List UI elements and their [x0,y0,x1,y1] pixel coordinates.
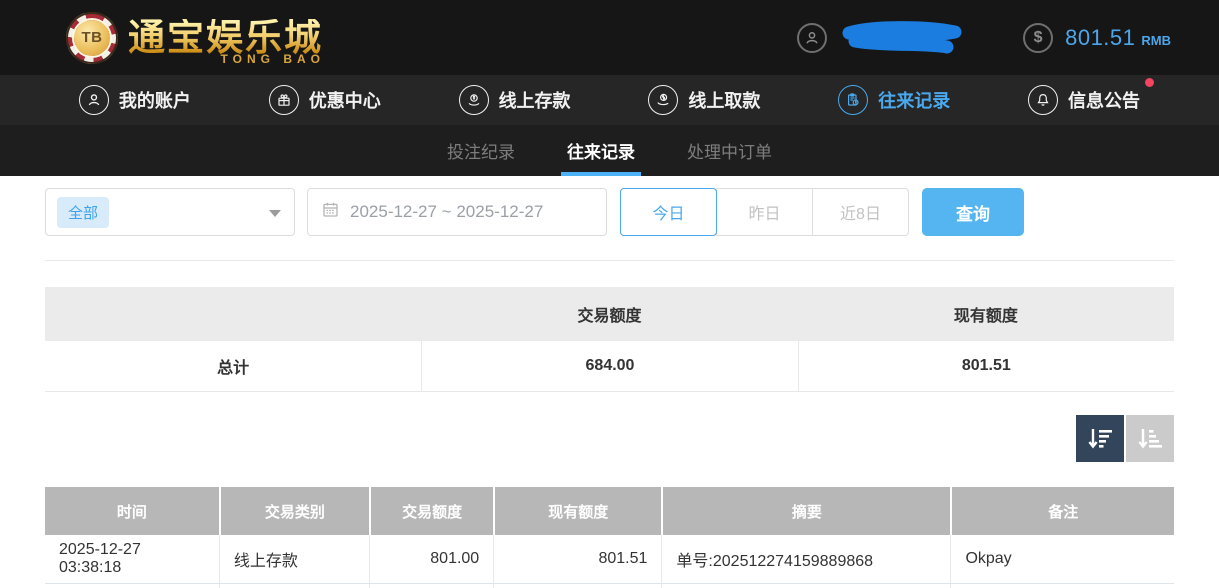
col-summary: 摘要 [661,487,950,535]
cell-balance: 801.51 [493,535,661,583]
bell-icon [1028,85,1058,115]
summary-total-row: 总计 684.00 801.51 [45,341,1174,392]
tab-bet-records[interactable]: 投注纪录 [445,125,517,176]
brand-name-en: TONG BAO [221,52,325,66]
balance-display: $ 801.51 RMB [1023,23,1171,53]
table-row-partial [45,584,1174,588]
tab-transaction-records[interactable]: 往来记录 [565,125,637,176]
dollar-coin-icon: $ [1023,23,1053,53]
nav-item-withdraw[interactable]: 线上取款 [648,85,760,115]
deposit-icon [459,85,489,115]
cell-note: Okpay [950,535,1174,583]
nav-item-deposit[interactable]: 线上存款 [459,85,571,115]
cell-amount: 801.00 [369,535,493,583]
withdraw-icon [648,85,678,115]
cell-summary: 单号:202512274159889868 [661,535,950,583]
nav-item-promotions[interactable]: 优惠中心 [269,85,381,115]
nav-item-announcements[interactable]: 信息公告 [1028,85,1140,115]
filter-bar: 全部 2025-12-27 ~ 2025-12-27 今日 昨日 近8日 查询 [45,188,1174,236]
col-time: 时间 [45,487,219,535]
records-table: 时间 交易类别 交易额度 现有额度 摘要 备注 2025-12-27 03:38… [45,487,1174,588]
poker-chip-icon: TB [66,12,118,64]
records-subnav: 投注纪录 往来记录 处理中订单 [0,125,1219,176]
date-range-input[interactable]: 2025-12-27 ~ 2025-12-27 [307,188,607,236]
user-icon [797,23,827,53]
brand-text: 通宝娱乐城 TONG BAO [128,19,329,56]
section-divider [45,260,1174,261]
summary-header-row: 交易额度 现有额度 [45,287,1174,341]
summary-current-amount: 801.51 [798,341,1174,391]
summary-transaction-amount: 684.00 [421,341,797,391]
last-8-days-button[interactable]: 近8日 [812,188,909,236]
search-button[interactable]: 查询 [922,188,1024,236]
transaction-type-select[interactable]: 全部 [45,188,295,236]
summary-header-empty [45,287,421,341]
nav-item-transaction-records[interactable]: 往来记录 [838,85,950,115]
sort-ascending-button[interactable] [1126,415,1174,462]
col-balance: 现有额度 [493,487,661,535]
col-note: 备注 [950,487,1174,535]
top-header: TB 通宝娱乐城 TONG BAO $ [0,0,1219,75]
summary-header-current: 现有额度 [798,287,1174,341]
selected-type-tag: 全部 [57,197,109,228]
user-icon [79,85,109,115]
cell-time: 2025-12-27 03:38:18 [45,535,219,583]
calendar-icon [322,201,339,223]
quick-date-buttons: 今日 昨日 近8日 [620,188,909,236]
summary-total-label: 总计 [45,341,421,391]
user-account-summary[interactable] [797,20,965,56]
main-content: 全部 2025-12-27 ~ 2025-12-27 今日 昨日 近8日 查询 [0,176,1219,588]
balance-currency: RMB [1141,33,1171,48]
main-navigation: 我的账户 优惠中心 线上存款 [0,75,1219,125]
summary-table: 交易额度 现有额度 总计 684.00 801.51 [45,287,1174,392]
notification-dot [1145,78,1154,87]
date-range-value: 2025-12-27 ~ 2025-12-27 [350,202,543,222]
tab-pending-orders[interactable]: 处理中订单 [685,125,774,176]
today-button[interactable]: 今日 [620,188,717,236]
chevron-down-icon [269,210,281,217]
summary-header-transaction: 交易额度 [421,287,797,341]
cell-type: 线上存款 [219,535,369,583]
records-icon [838,85,868,115]
yesterday-button[interactable]: 昨日 [716,188,813,236]
sort-descending-button[interactable] [1076,415,1124,462]
redacted-username [839,20,965,56]
gift-icon [269,85,299,115]
col-amount: 交易额度 [369,487,493,535]
records-header-row: 时间 交易类别 交易额度 现有额度 摘要 备注 [45,487,1174,535]
nav-item-my-account[interactable]: 我的账户 [79,85,191,115]
balance-amount: 801.51 [1065,25,1135,50]
chip-monogram: TB [74,20,110,56]
sort-controls [45,415,1174,462]
brand-name-cn: 通宝娱乐城 [128,19,323,56]
brand-logo[interactable]: TB 通宝娱乐城 TONG BAO [66,12,329,64]
table-row: 2025-12-27 03:38:18 线上存款 801.00 801.51 单… [45,535,1174,584]
col-type: 交易类别 [219,487,369,535]
